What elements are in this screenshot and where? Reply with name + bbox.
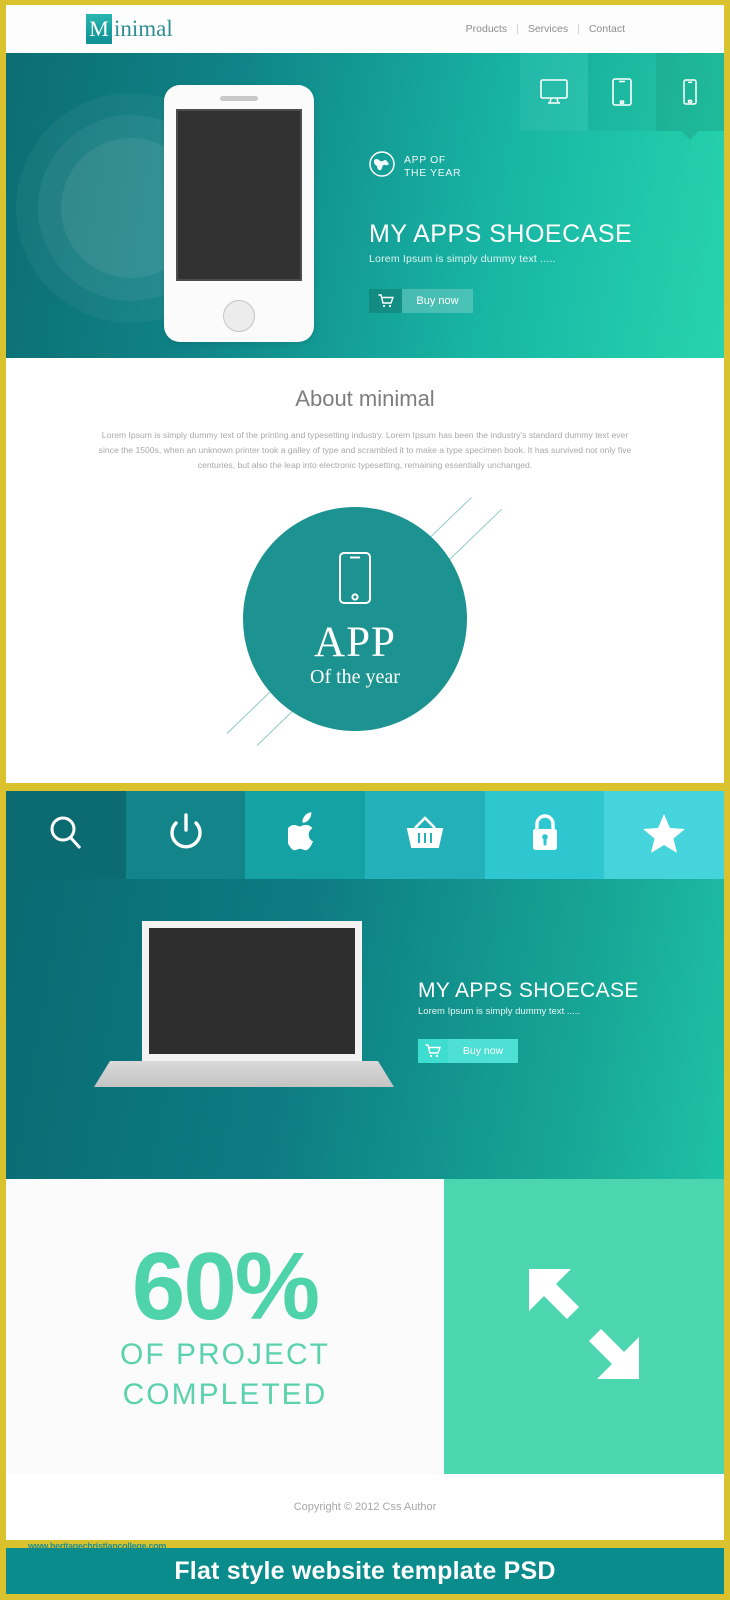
lock-icon	[528, 812, 562, 859]
laptop-base	[94, 1061, 394, 1087]
device-tab-tablet[interactable]	[588, 53, 656, 131]
laptop-copy: MY APPS SHOECASE Lorem Ipsum is simply d…	[418, 979, 639, 1063]
icon-cell-apple[interactable]	[245, 791, 366, 879]
icon-cell-star[interactable]	[604, 791, 725, 879]
page-root: M inimal Products | Services | Contact A…	[0, 0, 730, 1600]
buy-now-button-secondary[interactable]: Buy now	[418, 1039, 518, 1063]
main-nav: Products | Services | Contact	[457, 23, 634, 35]
expand-arrows-icon	[509, 1249, 659, 1404]
icon-cell-lock[interactable]	[484, 791, 605, 879]
nav-item-contact[interactable]: Contact	[580, 23, 634, 35]
device-tabs	[520, 53, 724, 131]
logo-badge-letter: M	[86, 14, 112, 44]
progress-stat: 60% OF PROJECT COMPLETED	[6, 1179, 444, 1474]
phone-mockup	[164, 85, 314, 342]
expand-panel	[444, 1179, 724, 1474]
award-text: APP OF THE YEAR	[404, 154, 461, 179]
logo[interactable]: M inimal	[86, 14, 173, 44]
badge-circle: APP Of the year	[243, 507, 467, 731]
award-badge: APP OF THE YEAR	[369, 151, 632, 182]
icon-cell-search[interactable]	[6, 791, 126, 879]
hero-subtitle: Lorem Ipsum is simply dummy text .....	[369, 253, 556, 265]
about-section: About minimal Lorem Ipsum is simply dumm…	[6, 358, 724, 783]
nav-item-products[interactable]: Products	[457, 23, 516, 35]
app-of-year-badge: APP Of the year	[226, 495, 502, 746]
feature-icon-strip	[6, 791, 725, 879]
laptop-lid	[142, 921, 362, 1061]
device-tab-desktop[interactable]	[520, 53, 588, 131]
site-footer: Copyright © 2012 Css Author	[6, 1474, 724, 1540]
award-line-1: APP OF	[404, 154, 446, 166]
badge-subline: Of the year	[310, 665, 400, 688]
apple-icon	[286, 811, 322, 859]
phone-screen	[176, 109, 302, 281]
logo-wordmark: inimal	[114, 16, 173, 41]
phone-home-button	[223, 300, 255, 332]
psd-banner: Flat style website template PSD	[6, 1548, 724, 1594]
shopping-cart-icon	[369, 289, 402, 313]
laptop-subtitle: Lorem Ipsum is simply dummy text .....	[418, 1006, 581, 1017]
about-body-text: Lorem Ipsum is simply dummy text of the …	[98, 430, 632, 470]
laptop-showcase-section: MY APPS SHOECASE Lorem Ipsum is simply d…	[6, 879, 724, 1179]
power-icon	[167, 812, 205, 858]
progress-label-line-2: COMPLETED	[122, 1377, 328, 1411]
mobile-phone-icon	[337, 550, 373, 611]
desktop-monitor-icon	[539, 78, 569, 106]
search-icon	[46, 813, 86, 858]
buy-now-label-secondary: Buy now	[448, 1039, 518, 1063]
device-tab-mobile[interactable]	[656, 53, 724, 131]
laptop-screen	[149, 928, 355, 1054]
phone-speaker	[220, 96, 258, 101]
hero-copy: APP OF THE YEAR MY APPS SHOECASE Lorem I…	[369, 151, 632, 313]
tablet-icon	[611, 77, 633, 107]
badge-headline: APP	[314, 618, 396, 666]
hero-section: APP OF THE YEAR MY APPS SHOECASE Lorem I…	[6, 53, 724, 358]
nav-item-services[interactable]: Services	[519, 23, 577, 35]
buy-now-button[interactable]: Buy now	[369, 289, 473, 313]
laptop-mockup	[94, 921, 394, 1101]
globe-icon	[369, 151, 395, 182]
progress-percentage: 60%	[131, 1232, 320, 1340]
shopping-cart-icon	[418, 1039, 448, 1063]
copyright-text: Copyright © 2012 Css Author	[293, 1501, 437, 1513]
progress-label-line-1: OF PROJECT	[119, 1337, 330, 1371]
award-line-2: THE YEAR	[404, 166, 462, 179]
about-title: About minimal	[295, 386, 435, 411]
basket-icon	[404, 813, 446, 858]
icon-cell-basket[interactable]	[365, 791, 485, 879]
psd-banner-text: Flat style website template PSD	[174, 1556, 556, 1585]
stats-section: 60% OF PROJECT COMPLETED	[6, 1179, 724, 1474]
laptop-title: MY APPS SHOECASE	[418, 979, 639, 1002]
mobile-phone-icon	[682, 78, 698, 106]
site-header: M inimal Products | Services | Contact	[6, 5, 724, 53]
hero-title: MY APPS SHOECASE	[369, 220, 633, 248]
icon-cell-power[interactable]	[125, 791, 246, 879]
buy-now-label: Buy now	[402, 289, 473, 313]
star-icon	[642, 812, 686, 859]
